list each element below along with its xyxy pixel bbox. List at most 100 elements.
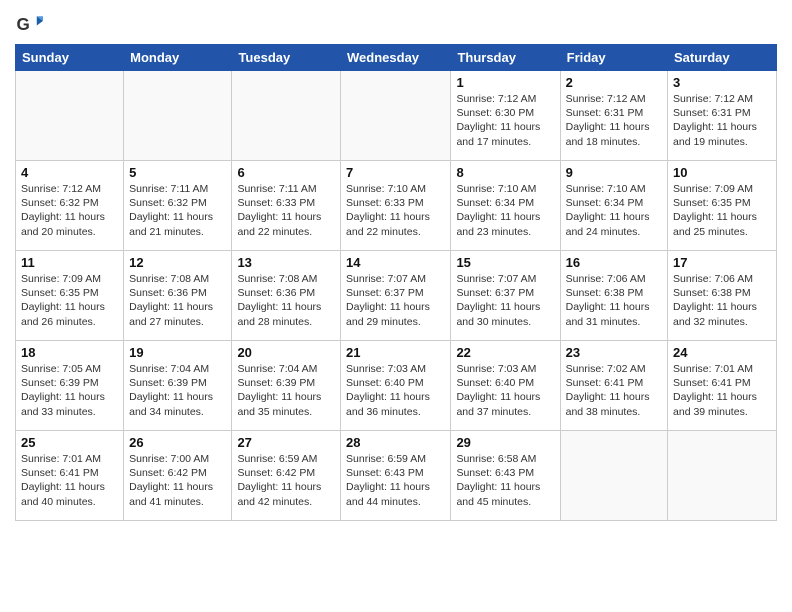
day-number: 13 bbox=[237, 255, 335, 270]
day-info: Sunrise: 7:00 AM Sunset: 6:42 PM Dayligh… bbox=[129, 452, 226, 509]
calendar-header-sunday: Sunday bbox=[16, 45, 124, 71]
day-number: 6 bbox=[237, 165, 335, 180]
day-info: Sunrise: 7:11 AM Sunset: 6:32 PM Dayligh… bbox=[129, 182, 226, 239]
day-info: Sunrise: 7:09 AM Sunset: 6:35 PM Dayligh… bbox=[21, 272, 118, 329]
day-number: 7 bbox=[346, 165, 445, 180]
calendar-cell: 9 Sunrise: 7:10 AM Sunset: 6:34 PM Daylig… bbox=[560, 161, 667, 251]
svg-text:G: G bbox=[17, 15, 30, 34]
calendar-cell: 12 Sunrise: 7:08 AM Sunset: 6:36 PM Dayli… bbox=[124, 251, 232, 341]
day-info: Sunrise: 7:02 AM Sunset: 6:41 PM Dayligh… bbox=[566, 362, 662, 419]
calendar-table: SundayMondayTuesdayWednesdayThursdayFrid… bbox=[15, 44, 777, 521]
day-number: 16 bbox=[566, 255, 662, 270]
calendar-header-thursday: Thursday bbox=[451, 45, 560, 71]
day-info: Sunrise: 7:01 AM Sunset: 6:41 PM Dayligh… bbox=[21, 452, 118, 509]
day-number: 22 bbox=[456, 345, 554, 360]
day-info: Sunrise: 7:08 AM Sunset: 6:36 PM Dayligh… bbox=[129, 272, 226, 329]
day-info: Sunrise: 7:10 AM Sunset: 6:33 PM Dayligh… bbox=[346, 182, 445, 239]
day-number: 3 bbox=[673, 75, 771, 90]
calendar-header-saturday: Saturday bbox=[668, 45, 777, 71]
calendar-cell: 18 Sunrise: 7:05 AM Sunset: 6:39 PM Dayli… bbox=[16, 341, 124, 431]
calendar-cell: 23 Sunrise: 7:02 AM Sunset: 6:41 PM Dayli… bbox=[560, 341, 667, 431]
day-number: 23 bbox=[566, 345, 662, 360]
calendar-cell bbox=[16, 71, 124, 161]
calendar-cell bbox=[124, 71, 232, 161]
day-info: Sunrise: 6:58 AM Sunset: 6:43 PM Dayligh… bbox=[456, 452, 554, 509]
day-info: Sunrise: 7:07 AM Sunset: 6:37 PM Dayligh… bbox=[346, 272, 445, 329]
calendar-cell: 7 Sunrise: 7:10 AM Sunset: 6:33 PM Daylig… bbox=[341, 161, 451, 251]
day-number: 17 bbox=[673, 255, 771, 270]
day-number: 5 bbox=[129, 165, 226, 180]
calendar-cell: 14 Sunrise: 7:07 AM Sunset: 6:37 PM Dayli… bbox=[341, 251, 451, 341]
calendar-cell: 6 Sunrise: 7:11 AM Sunset: 6:33 PM Daylig… bbox=[232, 161, 341, 251]
day-info: Sunrise: 7:09 AM Sunset: 6:35 PM Dayligh… bbox=[673, 182, 771, 239]
logo-icon: G bbox=[15, 10, 43, 38]
calendar-cell: 17 Sunrise: 7:06 AM Sunset: 6:38 PM Dayli… bbox=[668, 251, 777, 341]
day-info: Sunrise: 7:08 AM Sunset: 6:36 PM Dayligh… bbox=[237, 272, 335, 329]
day-number: 14 bbox=[346, 255, 445, 270]
calendar-cell: 20Sunrise: 7:04 AM Sunset: 6:39 PM Dayli… bbox=[232, 341, 341, 431]
day-info: Sunrise: 7:01 AM Sunset: 6:41 PM Dayligh… bbox=[673, 362, 771, 419]
calendar-header-friday: Friday bbox=[560, 45, 667, 71]
day-info: Sunrise: 7:06 AM Sunset: 6:38 PM Dayligh… bbox=[566, 272, 662, 329]
week-row-4: 18 Sunrise: 7:05 AM Sunset: 6:39 PM Dayli… bbox=[16, 341, 777, 431]
calendar-cell bbox=[232, 71, 341, 161]
calendar-cell: 11 Sunrise: 7:09 AM Sunset: 6:35 PM Dayli… bbox=[16, 251, 124, 341]
page-header: G bbox=[15, 10, 777, 38]
day-number: 2 bbox=[566, 75, 662, 90]
day-number: 24 bbox=[673, 345, 771, 360]
day-number: 9 bbox=[566, 165, 662, 180]
day-info: Sunrise: 7:05 AM Sunset: 6:39 PM Dayligh… bbox=[21, 362, 118, 419]
day-number: 27 bbox=[237, 435, 335, 450]
calendar-cell: 4 Sunrise: 7:12 AM Sunset: 6:32 PM Daylig… bbox=[16, 161, 124, 251]
week-row-2: 4 Sunrise: 7:12 AM Sunset: 6:32 PM Daylig… bbox=[16, 161, 777, 251]
day-number: 19 bbox=[129, 345, 226, 360]
day-info: Sunrise: 7:12 AM Sunset: 6:32 PM Dayligh… bbox=[21, 182, 118, 239]
day-info: Sunrise: 7:12 AM Sunset: 6:31 PM Dayligh… bbox=[566, 92, 662, 149]
day-info: Sunrise: 7:04 AM Sunset: 6:39 PM Dayligh… bbox=[129, 362, 226, 419]
logo: G bbox=[15, 10, 45, 38]
calendar-cell bbox=[560, 431, 667, 521]
week-row-1: 1 Sunrise: 7:12 AM Sunset: 6:30 PM Daylig… bbox=[16, 71, 777, 161]
day-info: Sunrise: 7:10 AM Sunset: 6:34 PM Dayligh… bbox=[566, 182, 662, 239]
day-info: Sunrise: 7:11 AM Sunset: 6:33 PM Dayligh… bbox=[237, 182, 335, 239]
day-info: Sunrise: 7:06 AM Sunset: 6:38 PM Dayligh… bbox=[673, 272, 771, 329]
calendar-cell bbox=[341, 71, 451, 161]
day-number: 26 bbox=[129, 435, 226, 450]
day-number: 18 bbox=[21, 345, 118, 360]
day-info: Sunrise: 7:03 AM Sunset: 6:40 PM Dayligh… bbox=[346, 362, 445, 419]
calendar-cell: 3 Sunrise: 7:12 AM Sunset: 6:31 PM Daylig… bbox=[668, 71, 777, 161]
calendar-cell: 13 Sunrise: 7:08 AM Sunset: 6:36 PM Dayli… bbox=[232, 251, 341, 341]
calendar-cell: 25 Sunrise: 7:01 AM Sunset: 6:41 PM Dayli… bbox=[16, 431, 124, 521]
day-info: Sunrise: 6:59 AM Sunset: 6:42 PM Dayligh… bbox=[237, 452, 335, 509]
day-info: Sunrise: 7:12 AM Sunset: 6:31 PM Dayligh… bbox=[673, 92, 771, 149]
week-row-5: 25 Sunrise: 7:01 AM Sunset: 6:41 PM Dayli… bbox=[16, 431, 777, 521]
calendar-cell: 21Sunrise: 7:03 AM Sunset: 6:40 PM Dayli… bbox=[341, 341, 451, 431]
day-number: 15 bbox=[456, 255, 554, 270]
calendar-cell: 5 Sunrise: 7:11 AM Sunset: 6:32 PM Daylig… bbox=[124, 161, 232, 251]
calendar-cell: 1 Sunrise: 7:12 AM Sunset: 6:30 PM Daylig… bbox=[451, 71, 560, 161]
day-number: 12 bbox=[129, 255, 226, 270]
calendar-cell: 26 Sunrise: 7:00 AM Sunset: 6:42 PM Dayli… bbox=[124, 431, 232, 521]
calendar-cell: 22 Sunrise: 7:03 AM Sunset: 6:40 PM Dayli… bbox=[451, 341, 560, 431]
day-number: 25 bbox=[21, 435, 118, 450]
day-info: Sunrise: 7:12 AM Sunset: 6:30 PM Dayligh… bbox=[456, 92, 554, 149]
day-number: 10 bbox=[673, 165, 771, 180]
day-info: Sunrise: 7:10 AM Sunset: 6:34 PM Dayligh… bbox=[456, 182, 554, 239]
calendar-header-tuesday: Tuesday bbox=[232, 45, 341, 71]
calendar-header-wednesday: Wednesday bbox=[341, 45, 451, 71]
day-info: Sunrise: 7:03 AM Sunset: 6:40 PM Dayligh… bbox=[456, 362, 554, 419]
calendar-cell: 16 Sunrise: 7:06 AM Sunset: 6:38 PM Dayli… bbox=[560, 251, 667, 341]
day-number: 11 bbox=[21, 255, 118, 270]
calendar-header-monday: Monday bbox=[124, 45, 232, 71]
day-info: Sunrise: 7:07 AM Sunset: 6:37 PM Dayligh… bbox=[456, 272, 554, 329]
calendar-cell bbox=[668, 431, 777, 521]
day-number: 4 bbox=[21, 165, 118, 180]
day-number: 1 bbox=[456, 75, 554, 90]
day-number: 29 bbox=[456, 435, 554, 450]
calendar-cell: 29 Sunrise: 6:58 AM Sunset: 6:43 PM Dayli… bbox=[451, 431, 560, 521]
day-number: 20 bbox=[237, 345, 335, 360]
calendar-cell: 27 Sunrise: 6:59 AM Sunset: 6:42 PM Dayli… bbox=[232, 431, 341, 521]
calendar-cell: 28Sunrise: 6:59 AM Sunset: 6:43 PM Dayli… bbox=[341, 431, 451, 521]
calendar-cell: 10 Sunrise: 7:09 AM Sunset: 6:35 PM Dayli… bbox=[668, 161, 777, 251]
calendar-cell: 24 Sunrise: 7:01 AM Sunset: 6:41 PM Dayli… bbox=[668, 341, 777, 431]
